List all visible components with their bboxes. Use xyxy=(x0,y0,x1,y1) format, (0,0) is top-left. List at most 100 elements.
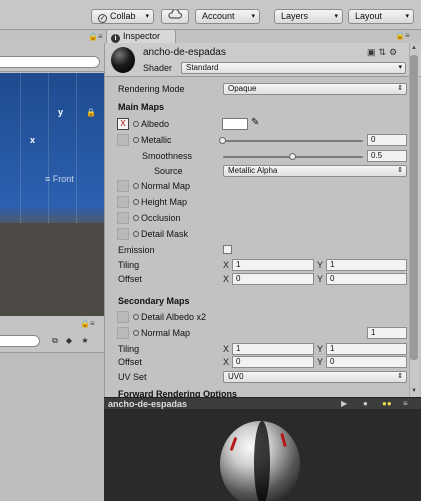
cloud-button[interactable] xyxy=(161,9,189,24)
normal-map-label: Normal Map xyxy=(133,181,190,191)
uv-set-dropdown[interactable]: UV0 ⇕ xyxy=(223,371,407,383)
secondary-normal-label-text: Normal Map xyxy=(141,328,191,338)
texture-picker-icon[interactable] xyxy=(133,330,139,336)
detail-albedo-texture-slot[interactable] xyxy=(117,311,129,323)
grid-line xyxy=(48,73,49,223)
collab-button[interactable]: ✓ Collab ▾ xyxy=(91,9,154,24)
metallic-input[interactable]: 0 xyxy=(367,134,407,146)
rendering-mode-dropdown[interactable]: Opaque ⇕ xyxy=(223,83,407,95)
inspector-menu-icon[interactable]: 🔒≡ xyxy=(395,31,410,40)
tiling-x-label: X xyxy=(223,260,230,270)
smoothness-input[interactable]: 0.5 xyxy=(367,150,407,162)
secondary-offset-y-label: Y xyxy=(317,357,324,367)
gizmo-axis-y[interactable]: y xyxy=(58,107,63,117)
cloud-icon xyxy=(168,10,182,19)
texture-picker-icon[interactable] xyxy=(133,137,139,143)
project-list[interactable] xyxy=(0,353,104,501)
texture-picker-icon[interactable] xyxy=(133,199,139,205)
smoothness-slider-thumb[interactable] xyxy=(289,153,296,160)
account-label: Account xyxy=(202,11,235,21)
texture-picker-icon[interactable] xyxy=(133,121,139,127)
metallic-slider-thumb[interactable] xyxy=(219,137,226,144)
albedo-texture-slot[interactable]: X xyxy=(117,118,129,130)
secondary-tiling-x-input[interactable]: 1 xyxy=(232,343,314,355)
lock-icon[interactable]: 🔒 xyxy=(86,108,96,117)
layers-dropdown[interactable]: Layers ▾ xyxy=(274,9,343,24)
secondary-offset-x-input[interactable]: 0 xyxy=(232,356,314,368)
texture-picker-icon[interactable] xyxy=(133,231,139,237)
preview-header[interactable]: ancho-de-espadas ▶ ● ●● ≡ xyxy=(104,397,421,409)
detail-mask-texture-slot[interactable] xyxy=(117,228,129,240)
gizmo-axis-x[interactable]: x xyxy=(30,135,35,145)
offset-x-input[interactable]: 0 xyxy=(232,273,314,285)
secondary-offset-y-input[interactable]: 0 xyxy=(326,356,407,368)
panel-menu-icon[interactable]: 🔒≡ xyxy=(88,32,103,41)
tab-inspector-label: Inspector xyxy=(123,31,161,41)
panel-menu-icon[interactable]: 🔒≡ xyxy=(80,319,95,328)
texture-picker-icon[interactable] xyxy=(133,215,139,221)
source-dropdown[interactable]: Metallic Alpha ⇕ xyxy=(223,165,407,177)
secondary-tiling-label: Tiling xyxy=(118,344,140,354)
project-search-input[interactable] xyxy=(0,335,40,347)
material-name: ancho-de-espadas xyxy=(143,47,226,58)
dropdown-arrow-icon: ▾ xyxy=(145,13,149,20)
height-map-label: Height Map xyxy=(133,197,187,207)
shader-value: Standard xyxy=(186,63,219,72)
tiling-x-input[interactable]: 1 xyxy=(232,259,314,271)
metallic-slider-track[interactable] xyxy=(223,140,363,142)
preview-sphere-stripe xyxy=(254,421,270,501)
tiling-y-input[interactable]: 1 xyxy=(326,259,407,271)
normal-map-label-text: Normal Map xyxy=(141,181,191,191)
project-toolbar: 🔒≡ ⧉ ◆ ★ xyxy=(0,317,104,353)
tab-inspector[interactable]: i Inspector xyxy=(106,29,176,43)
secondary-offset-x-label: X xyxy=(223,357,230,367)
info-icon: i xyxy=(111,34,120,43)
favorite-star-icon[interactable]: ★ xyxy=(80,336,90,346)
gear-icon[interactable]: ⚙ xyxy=(389,47,400,57)
dropdown-arrow-icon: ⇕ xyxy=(397,85,403,92)
albedo-color-swatch[interactable] xyxy=(222,118,248,130)
emission-label: Emission xyxy=(118,245,155,255)
view-label-text: Front xyxy=(52,174,74,184)
secondary-tiling-y-label: Y xyxy=(317,344,324,354)
label-tag-icon[interactable]: ◆ xyxy=(64,336,74,346)
height-map-texture-slot[interactable] xyxy=(117,196,129,208)
texture-picker-icon[interactable] xyxy=(133,183,139,189)
shader-dropdown[interactable]: Standard ▾ xyxy=(181,62,406,74)
normal-map-texture-slot[interactable] xyxy=(117,180,129,192)
account-dropdown[interactable]: Account ▾ xyxy=(195,9,260,24)
grid-line xyxy=(20,73,21,223)
view-label[interactable]: ≡ Front xyxy=(45,174,74,184)
tiling-y-label: Y xyxy=(317,260,324,270)
texture-picker-icon[interactable] xyxy=(133,314,139,320)
left-panel: 🔒≡ y 🔒 x ≡ Front 🔒≡ ⧉ ◆ ★ xyxy=(0,30,104,501)
scene-ground xyxy=(0,223,104,316)
scene-search-input[interactable] xyxy=(0,56,100,68)
secondary-normal-scale-input[interactable]: 1 xyxy=(367,327,407,339)
shader-label: Shader xyxy=(143,63,173,73)
secondary-maps-title: Secondary Maps xyxy=(118,296,190,306)
preset-sliders-icon[interactable]: ⇅ xyxy=(379,47,390,57)
material-preview[interactable] xyxy=(104,409,421,501)
help-book-icon[interactable]: ▣ xyxy=(367,47,379,57)
emission-checkbox[interactable] xyxy=(223,245,232,254)
secondary-offset-label: Offset xyxy=(118,357,142,367)
layout-label: Layout xyxy=(355,11,383,21)
metallic-texture-slot[interactable] xyxy=(117,134,129,146)
scene-view[interactable]: y 🔒 x ≡ Front xyxy=(0,73,104,316)
secondary-normal-texture-slot[interactable] xyxy=(117,327,129,339)
material-header: ancho-de-espadas Shader Standard ▾ ▣⇅⚙ xyxy=(105,43,421,77)
occlusion-texture-slot[interactable] xyxy=(117,212,129,224)
layout-dropdown[interactable]: Layout ▾ xyxy=(348,9,414,24)
source-value: Metallic Alpha xyxy=(228,166,278,175)
missing-texture-icon: X xyxy=(120,119,126,128)
scroll-up-icon[interactable]: ▲ xyxy=(411,45,417,51)
dropdown-arrow-icon: ▾ xyxy=(398,64,402,71)
filter-type-icon[interactable]: ⧉ xyxy=(50,336,60,346)
dropdown-arrow-icon: ▾ xyxy=(405,13,409,20)
offset-y-input[interactable]: 0 xyxy=(326,273,407,285)
secondary-tiling-y-input[interactable]: 1 xyxy=(326,343,407,355)
eyedropper-icon[interactable]: ✎ xyxy=(251,117,259,128)
scroll-down-icon[interactable]: ▼ xyxy=(411,388,417,394)
inspector-scrollbar-thumb[interactable] xyxy=(410,55,418,360)
